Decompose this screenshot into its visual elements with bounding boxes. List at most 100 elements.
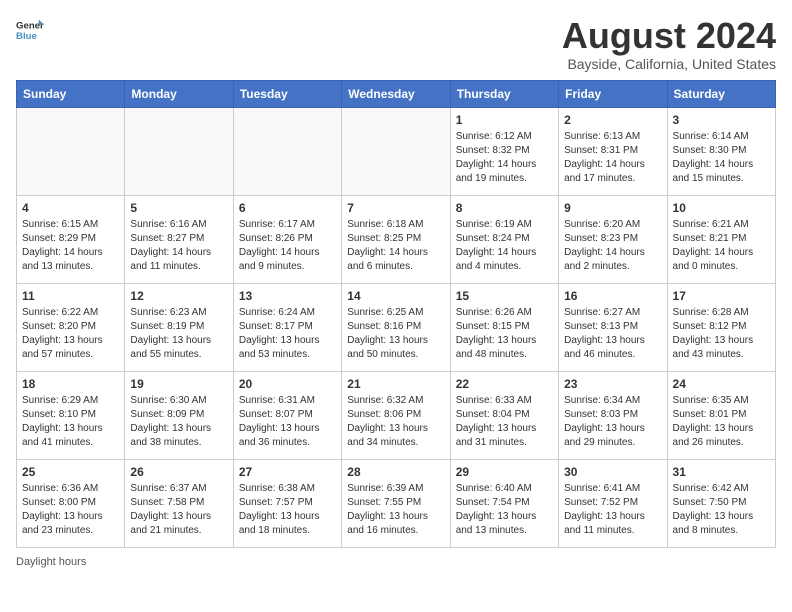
day-info: Sunrise: 6:20 AM Sunset: 8:23 PM Dayligh… bbox=[564, 218, 661, 274]
day-number: 23 bbox=[564, 376, 661, 393]
column-header-monday: Monday bbox=[125, 80, 233, 107]
day-number: 26 bbox=[130, 464, 227, 481]
calendar-cell: 8Sunrise: 6:19 AM Sunset: 8:24 PM Daylig… bbox=[450, 195, 558, 283]
legend: Daylight hours bbox=[16, 556, 776, 568]
day-number: 19 bbox=[130, 376, 227, 393]
day-info: Sunrise: 6:22 AM Sunset: 8:20 PM Dayligh… bbox=[22, 306, 119, 362]
week-row-3: 11Sunrise: 6:22 AM Sunset: 8:20 PM Dayli… bbox=[17, 283, 776, 371]
day-number: 1 bbox=[456, 112, 553, 129]
calendar-cell bbox=[17, 107, 125, 195]
calendar-cell: 2Sunrise: 6:13 AM Sunset: 8:31 PM Daylig… bbox=[559, 107, 667, 195]
day-number: 3 bbox=[673, 112, 770, 129]
day-info: Sunrise: 6:25 AM Sunset: 8:16 PM Dayligh… bbox=[347, 306, 444, 362]
calendar-cell: 16Sunrise: 6:27 AM Sunset: 8:13 PM Dayli… bbox=[559, 283, 667, 371]
day-number: 7 bbox=[347, 200, 444, 217]
day-info: Sunrise: 6:29 AM Sunset: 8:10 PM Dayligh… bbox=[22, 394, 119, 450]
calendar-cell: 26Sunrise: 6:37 AM Sunset: 7:58 PM Dayli… bbox=[125, 459, 233, 547]
calendar-cell: 5Sunrise: 6:16 AM Sunset: 8:27 PM Daylig… bbox=[125, 195, 233, 283]
day-number: 8 bbox=[456, 200, 553, 217]
calendar-cell: 7Sunrise: 6:18 AM Sunset: 8:25 PM Daylig… bbox=[342, 195, 450, 283]
week-row-2: 4Sunrise: 6:15 AM Sunset: 8:29 PM Daylig… bbox=[17, 195, 776, 283]
calendar-cell: 4Sunrise: 6:15 AM Sunset: 8:29 PM Daylig… bbox=[17, 195, 125, 283]
day-number: 29 bbox=[456, 464, 553, 481]
day-number: 28 bbox=[347, 464, 444, 481]
day-number: 10 bbox=[673, 200, 770, 217]
calendar-cell: 12Sunrise: 6:23 AM Sunset: 8:19 PM Dayli… bbox=[125, 283, 233, 371]
column-header-thursday: Thursday bbox=[450, 80, 558, 107]
day-number: 6 bbox=[239, 200, 336, 217]
calendar-cell: 20Sunrise: 6:31 AM Sunset: 8:07 PM Dayli… bbox=[233, 371, 341, 459]
day-number: 11 bbox=[22, 288, 119, 305]
calendar-cell: 29Sunrise: 6:40 AM Sunset: 7:54 PM Dayli… bbox=[450, 459, 558, 547]
calendar-cell: 27Sunrise: 6:38 AM Sunset: 7:57 PM Dayli… bbox=[233, 459, 341, 547]
day-number: 13 bbox=[239, 288, 336, 305]
day-number: 17 bbox=[673, 288, 770, 305]
calendar-cell: 9Sunrise: 6:20 AM Sunset: 8:23 PM Daylig… bbox=[559, 195, 667, 283]
day-info: Sunrise: 6:40 AM Sunset: 7:54 PM Dayligh… bbox=[456, 482, 553, 538]
calendar-cell: 13Sunrise: 6:24 AM Sunset: 8:17 PM Dayli… bbox=[233, 283, 341, 371]
day-info: Sunrise: 6:14 AM Sunset: 8:30 PM Dayligh… bbox=[673, 130, 770, 186]
day-number: 2 bbox=[564, 112, 661, 129]
day-number: 15 bbox=[456, 288, 553, 305]
day-info: Sunrise: 6:26 AM Sunset: 8:15 PM Dayligh… bbox=[456, 306, 553, 362]
month-title: August 2024 bbox=[562, 16, 776, 56]
calendar-cell: 19Sunrise: 6:30 AM Sunset: 8:09 PM Dayli… bbox=[125, 371, 233, 459]
calendar-cell: 10Sunrise: 6:21 AM Sunset: 8:21 PM Dayli… bbox=[667, 195, 775, 283]
day-number: 27 bbox=[239, 464, 336, 481]
column-header-friday: Friday bbox=[559, 80, 667, 107]
column-header-saturday: Saturday bbox=[667, 80, 775, 107]
day-info: Sunrise: 6:27 AM Sunset: 8:13 PM Dayligh… bbox=[564, 306, 661, 362]
calendar-cell: 23Sunrise: 6:34 AM Sunset: 8:03 PM Dayli… bbox=[559, 371, 667, 459]
day-info: Sunrise: 6:33 AM Sunset: 8:04 PM Dayligh… bbox=[456, 394, 553, 450]
column-header-wednesday: Wednesday bbox=[342, 80, 450, 107]
calendar-cell: 24Sunrise: 6:35 AM Sunset: 8:01 PM Dayli… bbox=[667, 371, 775, 459]
day-info: Sunrise: 6:32 AM Sunset: 8:06 PM Dayligh… bbox=[347, 394, 444, 450]
day-number: 14 bbox=[347, 288, 444, 305]
calendar-cell: 28Sunrise: 6:39 AM Sunset: 7:55 PM Dayli… bbox=[342, 459, 450, 547]
day-info: Sunrise: 6:37 AM Sunset: 7:58 PM Dayligh… bbox=[130, 482, 227, 538]
day-info: Sunrise: 6:17 AM Sunset: 8:26 PM Dayligh… bbox=[239, 218, 336, 274]
day-info: Sunrise: 6:16 AM Sunset: 8:27 PM Dayligh… bbox=[130, 218, 227, 274]
column-header-tuesday: Tuesday bbox=[233, 80, 341, 107]
day-number: 22 bbox=[456, 376, 553, 393]
day-info: Sunrise: 6:31 AM Sunset: 8:07 PM Dayligh… bbox=[239, 394, 336, 450]
calendar-cell bbox=[125, 107, 233, 195]
day-number: 25 bbox=[22, 464, 119, 481]
calendar-cell: 15Sunrise: 6:26 AM Sunset: 8:15 PM Dayli… bbox=[450, 283, 558, 371]
day-info: Sunrise: 6:19 AM Sunset: 8:24 PM Dayligh… bbox=[456, 218, 553, 274]
calendar-cell: 14Sunrise: 6:25 AM Sunset: 8:16 PM Dayli… bbox=[342, 283, 450, 371]
calendar-cell: 3Sunrise: 6:14 AM Sunset: 8:30 PM Daylig… bbox=[667, 107, 775, 195]
day-info: Sunrise: 6:12 AM Sunset: 8:32 PM Dayligh… bbox=[456, 130, 553, 186]
day-number: 9 bbox=[564, 200, 661, 217]
week-row-5: 25Sunrise: 6:36 AM Sunset: 8:00 PM Dayli… bbox=[17, 459, 776, 547]
week-row-1: 1Sunrise: 6:12 AM Sunset: 8:32 PM Daylig… bbox=[17, 107, 776, 195]
calendar-cell: 11Sunrise: 6:22 AM Sunset: 8:20 PM Dayli… bbox=[17, 283, 125, 371]
calendar-cell: 31Sunrise: 6:42 AM Sunset: 7:50 PM Dayli… bbox=[667, 459, 775, 547]
day-info: Sunrise: 6:18 AM Sunset: 8:25 PM Dayligh… bbox=[347, 218, 444, 274]
day-info: Sunrise: 6:35 AM Sunset: 8:01 PM Dayligh… bbox=[673, 394, 770, 450]
location: Bayside, California, United States bbox=[562, 56, 776, 72]
day-number: 31 bbox=[673, 464, 770, 481]
calendar-cell: 18Sunrise: 6:29 AM Sunset: 8:10 PM Dayli… bbox=[17, 371, 125, 459]
day-info: Sunrise: 6:30 AM Sunset: 8:09 PM Dayligh… bbox=[130, 394, 227, 450]
day-info: Sunrise: 6:24 AM Sunset: 8:17 PM Dayligh… bbox=[239, 306, 336, 362]
day-info: Sunrise: 6:39 AM Sunset: 7:55 PM Dayligh… bbox=[347, 482, 444, 538]
calendar-cell: 6Sunrise: 6:17 AM Sunset: 8:26 PM Daylig… bbox=[233, 195, 341, 283]
day-number: 4 bbox=[22, 200, 119, 217]
day-number: 30 bbox=[564, 464, 661, 481]
day-number: 20 bbox=[239, 376, 336, 393]
title-block: August 2024 Bayside, California, United … bbox=[562, 16, 776, 72]
day-info: Sunrise: 6:13 AM Sunset: 8:31 PM Dayligh… bbox=[564, 130, 661, 186]
day-number: 24 bbox=[673, 376, 770, 393]
day-number: 18 bbox=[22, 376, 119, 393]
calendar-cell: 22Sunrise: 6:33 AM Sunset: 8:04 PM Dayli… bbox=[450, 371, 558, 459]
calendar-cell: 17Sunrise: 6:28 AM Sunset: 8:12 PM Dayli… bbox=[667, 283, 775, 371]
calendar-table: SundayMondayTuesdayWednesdayThursdayFrid… bbox=[16, 80, 776, 548]
day-number: 12 bbox=[130, 288, 227, 305]
calendar-cell: 1Sunrise: 6:12 AM Sunset: 8:32 PM Daylig… bbox=[450, 107, 558, 195]
logo: General Blue bbox=[16, 16, 44, 44]
logo-icon: General Blue bbox=[16, 16, 44, 44]
day-info: Sunrise: 6:42 AM Sunset: 7:50 PM Dayligh… bbox=[673, 482, 770, 538]
day-info: Sunrise: 6:36 AM Sunset: 8:00 PM Dayligh… bbox=[22, 482, 119, 538]
day-info: Sunrise: 6:21 AM Sunset: 8:21 PM Dayligh… bbox=[673, 218, 770, 274]
